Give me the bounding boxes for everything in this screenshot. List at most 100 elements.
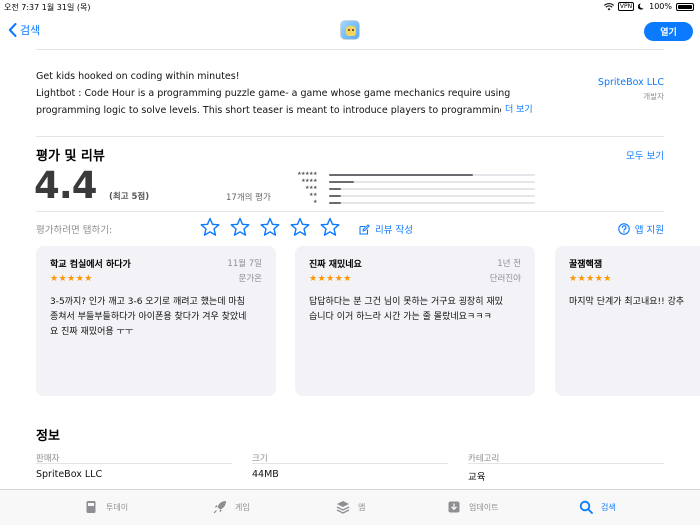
search-icon bbox=[579, 500, 593, 514]
review-date: 1년 전 bbox=[497, 259, 521, 269]
compose-icon bbox=[359, 223, 370, 235]
info-value: 교육 bbox=[468, 472, 486, 483]
info-seller: 판매자 SpriteBox LLC bbox=[36, 452, 102, 480]
star-outline-icon[interactable] bbox=[200, 217, 220, 237]
review-line: 3-5까지? 인가 깨고 3-6 오기로 깨려고 했는데 마침 bbox=[50, 297, 245, 307]
more-link[interactable]: 더 보기 bbox=[505, 102, 533, 115]
rating-bar-fill bbox=[329, 187, 342, 190]
divider bbox=[36, 211, 664, 212]
description-line: Get kids hooked on coding within minutes… bbox=[36, 71, 240, 82]
info-value: SpriteBox LLC bbox=[36, 469, 103, 480]
row-stars: ★★★★ bbox=[301, 178, 317, 184]
divider bbox=[252, 463, 448, 464]
star-outline-icon[interactable] bbox=[320, 217, 340, 237]
tab-bar: 투데이 게임 앱 업데이트 검색 bbox=[0, 489, 700, 525]
review-card[interactable]: 학교 컴실에서 하다가 11월 7일 문가온 ★★★★★ 3-5까지? 인가 깨… bbox=[36, 246, 276, 396]
rocket-icon bbox=[213, 501, 226, 514]
tab-today[interactable]: 투데이 bbox=[84, 500, 128, 514]
star-outline-icon[interactable] bbox=[230, 217, 250, 237]
status-right: VPN 100% bbox=[603, 2, 694, 11]
rating-distribution: ★★★★★ ★★★★ ★★★ ★★ ★ bbox=[290, 171, 536, 206]
rating-row: ★ bbox=[290, 199, 536, 206]
review-line: 답답하다는 분 그건 님이 못하는 거구요 굉장히 재밌 bbox=[309, 297, 503, 307]
info-size: 크기 44MB bbox=[252, 452, 279, 480]
divider bbox=[36, 136, 664, 137]
review-title: 꿀잼핵잼 bbox=[569, 260, 603, 270]
review-line: 종쳐서 부들부들하다가 아이폰용 찾다가 겨우 찾았네 bbox=[50, 312, 247, 322]
developer-role: 개발자 bbox=[643, 92, 664, 101]
rating-row: ★★★ bbox=[290, 185, 536, 192]
review-title: 진짜 재밌네요 bbox=[309, 260, 362, 270]
layers-icon bbox=[336, 501, 350, 514]
tab-games[interactable]: 게임 bbox=[213, 500, 250, 514]
chevron-left-icon bbox=[8, 23, 17, 37]
rating-bar-fill bbox=[329, 201, 342, 204]
ratings-title: 평가 및 리뷰 bbox=[36, 149, 105, 164]
star-outline-icon[interactable] bbox=[290, 217, 310, 237]
vpn-badge: VPN bbox=[617, 2, 635, 11]
review-card[interactable]: 진짜 재밌네요 1년 전 단러진야 ★★★★★ 답답하다는 분 그건 님이 못하… bbox=[295, 246, 535, 396]
review-author: 단러진야 bbox=[489, 274, 521, 284]
rating-bar bbox=[329, 194, 535, 197]
status-time: 오전 7:37 bbox=[4, 3, 40, 12]
divider bbox=[36, 49, 664, 50]
row-stars: ★★ bbox=[309, 192, 317, 198]
divider bbox=[36, 463, 232, 464]
description-line: Lightbot : Code Hour is a programming pu… bbox=[36, 88, 511, 99]
wifi-icon bbox=[603, 2, 614, 10]
tab-label: 게임 bbox=[235, 502, 250, 512]
rating-count: 17개의 평가 bbox=[226, 193, 271, 203]
app-icon bbox=[340, 20, 360, 40]
developer-link[interactable]: SpriteBox LLC bbox=[598, 77, 664, 88]
tab-label: 업데이트 bbox=[469, 502, 499, 512]
download-icon bbox=[448, 501, 460, 513]
score-max: (최고 5점) bbox=[109, 192, 150, 202]
rating-bar bbox=[329, 187, 535, 190]
review-line: 마지막 단계가 최고내요!! 강추 bbox=[569, 297, 685, 307]
review-author: 문가온 bbox=[238, 274, 262, 284]
description-line: programming logic to solve levels. This … bbox=[36, 105, 501, 116]
app-description: Get kids hooked on coding within minutes… bbox=[36, 68, 536, 119]
rating-row: ★★ bbox=[290, 192, 536, 199]
back-button[interactable]: 검색 bbox=[8, 22, 40, 38]
battery-percent: 100% bbox=[649, 2, 672, 11]
review-body: 3-5까지? 인가 깨고 3-6 오기로 깨려고 했는데 마침 종쳐서 부들부들… bbox=[50, 295, 262, 340]
back-label: 검색 bbox=[20, 24, 41, 37]
rating-bar-fill bbox=[329, 194, 342, 197]
rating-bar-fill bbox=[329, 180, 354, 183]
review-line: 습니다 이거 하느라 시간 가는 줄 몰랐네요ㅋㅋㅋ bbox=[309, 312, 492, 322]
tab-label: 투데이 bbox=[106, 502, 129, 512]
rating-row: ★★★★★ bbox=[290, 171, 536, 178]
rating-bar-fill bbox=[329, 173, 474, 176]
tab-search[interactable]: 검색 bbox=[579, 500, 616, 514]
app-support-button[interactable]: 앱 지원 bbox=[618, 222, 664, 236]
info-value: 44MB bbox=[252, 469, 279, 480]
row-stars: ★ bbox=[313, 199, 317, 205]
app-support-label: 앱 지원 bbox=[634, 225, 664, 236]
write-review-label: 리뷰 작성 bbox=[375, 225, 413, 236]
status-date: 1월 31일 (목) bbox=[41, 3, 91, 12]
review-stars: ★★★★★ bbox=[569, 274, 612, 284]
see-all-link[interactable]: 모두 보기 bbox=[626, 148, 664, 162]
star-outline-icon[interactable] bbox=[260, 217, 280, 237]
status-left: 오전 7:37 1월 31일 (목) bbox=[4, 2, 90, 13]
review-body: 마지막 단계가 최고내요!! 강추 bbox=[569, 295, 686, 310]
rating-bar bbox=[329, 180, 535, 183]
tab-apps[interactable]: 앱 bbox=[336, 500, 365, 514]
average-score: 4.4 bbox=[34, 164, 98, 207]
review-card[interactable]: 꿀잼핵잼 ★★★★★ 마지막 단계가 최고내요!! 강추 bbox=[555, 246, 700, 396]
battery-icon bbox=[676, 2, 694, 11]
info-title: 정보 bbox=[36, 429, 60, 444]
write-review-button[interactable]: 리뷰 작성 bbox=[359, 222, 413, 236]
open-button[interactable]: 열기 bbox=[644, 22, 693, 41]
row-stars: ★★★★★ bbox=[297, 171, 317, 177]
row-stars: ★★★ bbox=[305, 185, 317, 191]
review-body: 답답하다는 분 그건 님이 못하는 거구요 굉장히 재밌 습니다 이거 하느라 … bbox=[309, 295, 521, 325]
divider bbox=[468, 463, 664, 464]
tab-label: 앱 bbox=[358, 502, 366, 512]
status-bar: 오전 7:37 1월 31일 (목) VPN 100% bbox=[0, 0, 700, 14]
info-category: 카테고리 교육 bbox=[468, 452, 499, 483]
rating-bar bbox=[329, 173, 535, 176]
tab-updates[interactable]: 업데이트 bbox=[447, 500, 498, 514]
review-stars: ★★★★★ bbox=[50, 274, 93, 284]
